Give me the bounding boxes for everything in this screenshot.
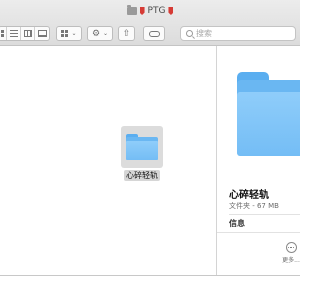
group-button-inner: ⌄ [57, 27, 81, 40]
title-bar[interactable]: PTG [0, 0, 300, 22]
group-icon [61, 30, 69, 37]
chevron-down-icon: ⌄ [71, 30, 77, 37]
divider [229, 214, 300, 215]
more-button[interactable]: 更多... [279, 242, 300, 264]
share-icon: ⇧ [122, 28, 131, 39]
preview-metadata: 文件夹 - 67 MB [229, 202, 279, 210]
folder-icon [126, 134, 158, 160]
list-view-icon [9, 30, 18, 37]
chevron-down-icon: ⌄ [103, 30, 109, 37]
search-input[interactable] [196, 27, 288, 40]
action-gear-icon: ⚙ [91, 28, 101, 39]
column-view-button[interactable] [21, 27, 35, 40]
grid-view-icon [0, 30, 5, 37]
info-section-header: 信息 [229, 219, 245, 228]
tag-button-inner [144, 27, 164, 40]
preview-pane: 心碎轻轨 文件夹 - 67 MB 信息 更多... [216, 46, 300, 275]
file-item-folder[interactable]: 心碎轻轨 [118, 126, 166, 181]
divider [217, 232, 300, 233]
share-button[interactable]: ⇧ [118, 26, 135, 41]
file-browser[interactable]: 心碎轻轨 [0, 46, 216, 275]
window-chrome: PTG ⌄ ⚙ ⌄ ⇧ 搜索 [0, 0, 300, 46]
file-name-label: 心碎轻轨 [124, 170, 160, 181]
column-view-icon [23, 30, 32, 37]
red-tag-icon [139, 7, 145, 15]
preview-title: 心碎轻轨 [229, 190, 269, 201]
tag-icon [148, 30, 160, 37]
list-view-button[interactable] [7, 27, 21, 40]
share-button-inner: ⇧ [119, 27, 134, 40]
file-icon-selection [121, 126, 163, 168]
finder-window: PTG ⌄ ⚙ ⌄ ⇧ 搜索 心碎轻轨 心碎轻轨 文件夹 - 67 MB 信息 … [0, 0, 300, 276]
search-icon [186, 30, 193, 37]
window-title: PTG [147, 6, 166, 16]
red-tag-icon [168, 7, 174, 15]
gallery-view-button[interactable] [35, 27, 49, 40]
gallery-view-icon [37, 30, 47, 37]
folder-icon [126, 5, 137, 15]
grid-view-button[interactable] [0, 27, 7, 40]
action-button[interactable]: ⚙ ⌄ [87, 26, 113, 41]
more-label: 更多... [282, 257, 300, 264]
folder-icon [237, 72, 300, 156]
tag-button[interactable] [143, 26, 165, 41]
toolbar: ⌄ ⚙ ⌄ ⇧ [0, 24, 300, 44]
view-mode-segmented [0, 26, 50, 41]
search-field[interactable] [180, 26, 296, 41]
more-icon [285, 242, 297, 253]
action-button-inner: ⚙ ⌄ [88, 27, 112, 40]
group-button[interactable]: ⌄ [56, 26, 82, 41]
